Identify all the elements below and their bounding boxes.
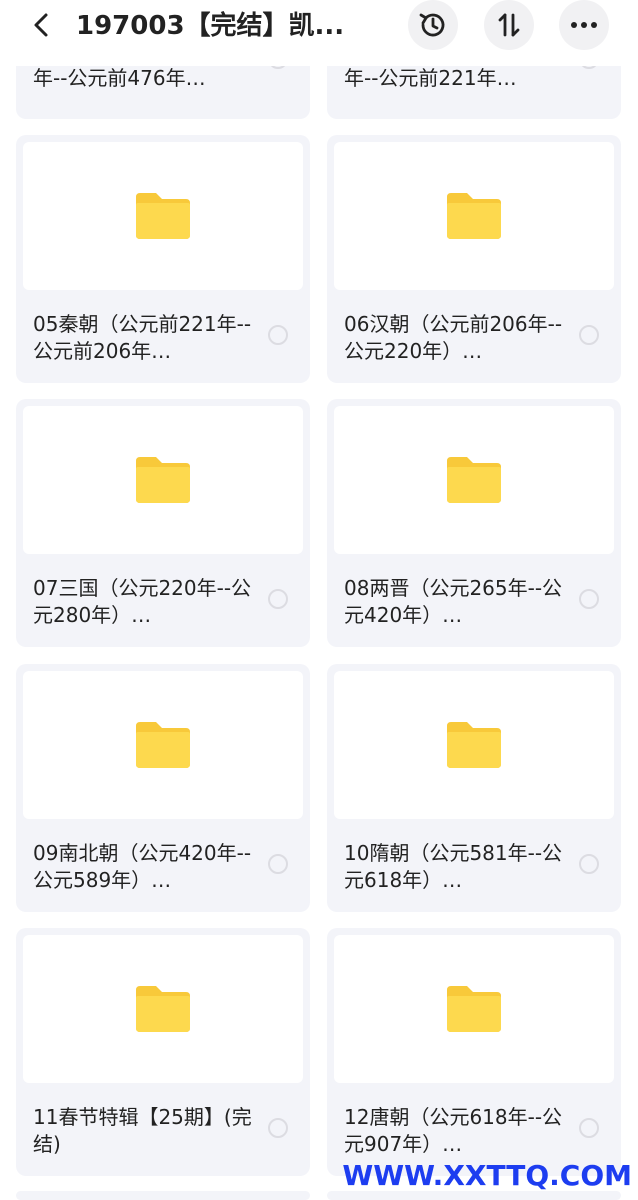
folder-icon (136, 722, 190, 768)
folder-card[interactable]: 11春节特辑【25期】(完结) (16, 928, 310, 1176)
select-radio[interactable] (579, 854, 599, 874)
folder-name: 05秦朝（公元前221年--公元前206年… (33, 312, 252, 363)
folder-thumbnail (334, 671, 614, 819)
folder-name: 10隋朝（公元581年--公元618年）… (344, 841, 563, 892)
select-radio[interactable] (268, 854, 288, 874)
folder-card[interactable] (327, 1191, 621, 1200)
folder-thumbnail (23, 671, 303, 819)
folder-card[interactable]: 07三国（公元220年--公元280年）… (16, 399, 310, 647)
folder-thumbnail (334, 142, 614, 290)
select-radio[interactable] (268, 325, 288, 345)
folder-icon (447, 722, 501, 768)
folder-name: 06汉朝（公元前206年--公元220年）… (344, 312, 563, 363)
folder-card[interactable]: 05秦朝（公元前221年--公元前206年… (16, 135, 310, 383)
folder-name: 11春节特辑【25期】(完结) (33, 1105, 252, 1156)
more-dots-icon (571, 22, 597, 28)
back-button[interactable] (22, 8, 62, 42)
folder-card[interactable]: 12唐朝（公元618年--公元907年）… (327, 928, 621, 1176)
folder-name: 年--公元前221年… (344, 66, 517, 90)
watermark-text: WWW.XXTTQ.COM (342, 1159, 632, 1192)
sort-arrows-icon (498, 13, 520, 37)
folder-name: 07三国（公元220年--公元280年）… (33, 576, 252, 627)
history-clock-icon (419, 13, 445, 37)
folder-card[interactable]: 10隋朝（公元581年--公元618年）… (327, 664, 621, 912)
folder-thumbnail (23, 406, 303, 554)
select-radio[interactable] (579, 1118, 599, 1138)
screen: 年--公元前476年… 年--公元前221年… 05秦朝（公元前221年--公元… (0, 0, 638, 1200)
sort-button[interactable] (484, 0, 534, 50)
folder-name: 08两晋（公元265年--公元420年）… (344, 576, 563, 627)
folder-card[interactable]: 08两晋（公元265年--公元420年）… (327, 399, 621, 647)
page-title: 197003【完结】凯... (76, 11, 345, 41)
folder-name: 12唐朝（公元618年--公元907年）… (344, 1105, 563, 1156)
folder-name: 09南北朝（公元420年--公元589年）… (33, 841, 252, 892)
folder-icon (136, 193, 190, 239)
top-bar: 197003【完结】凯... (0, 0, 638, 66)
folder-icon (447, 457, 501, 503)
folder-card[interactable] (16, 1191, 310, 1200)
chevron-left-icon (34, 13, 48, 37)
folder-thumbnail (334, 406, 614, 554)
folder-name: 年--公元前476年… (33, 66, 206, 90)
folder-thumbnail (23, 142, 303, 290)
folder-thumbnail (334, 935, 614, 1083)
folder-thumbnail (23, 935, 303, 1083)
folder-card[interactable]: 06汉朝（公元前206年--公元220年）… (327, 135, 621, 383)
folder-icon (136, 986, 190, 1032)
select-radio[interactable] (268, 589, 288, 609)
folder-icon (447, 193, 501, 239)
history-button[interactable] (408, 0, 458, 50)
folder-card[interactable]: 09南北朝（公元420年--公元589年）… (16, 664, 310, 912)
folder-icon (447, 986, 501, 1032)
folder-grid: 年--公元前476年… 年--公元前221年… 05秦朝（公元前221年--公元… (0, 0, 638, 1200)
folder-icon (136, 457, 190, 503)
more-button[interactable] (559, 0, 609, 50)
select-radio[interactable] (268, 1118, 288, 1138)
select-radio[interactable] (579, 589, 599, 609)
select-radio[interactable] (579, 325, 599, 345)
